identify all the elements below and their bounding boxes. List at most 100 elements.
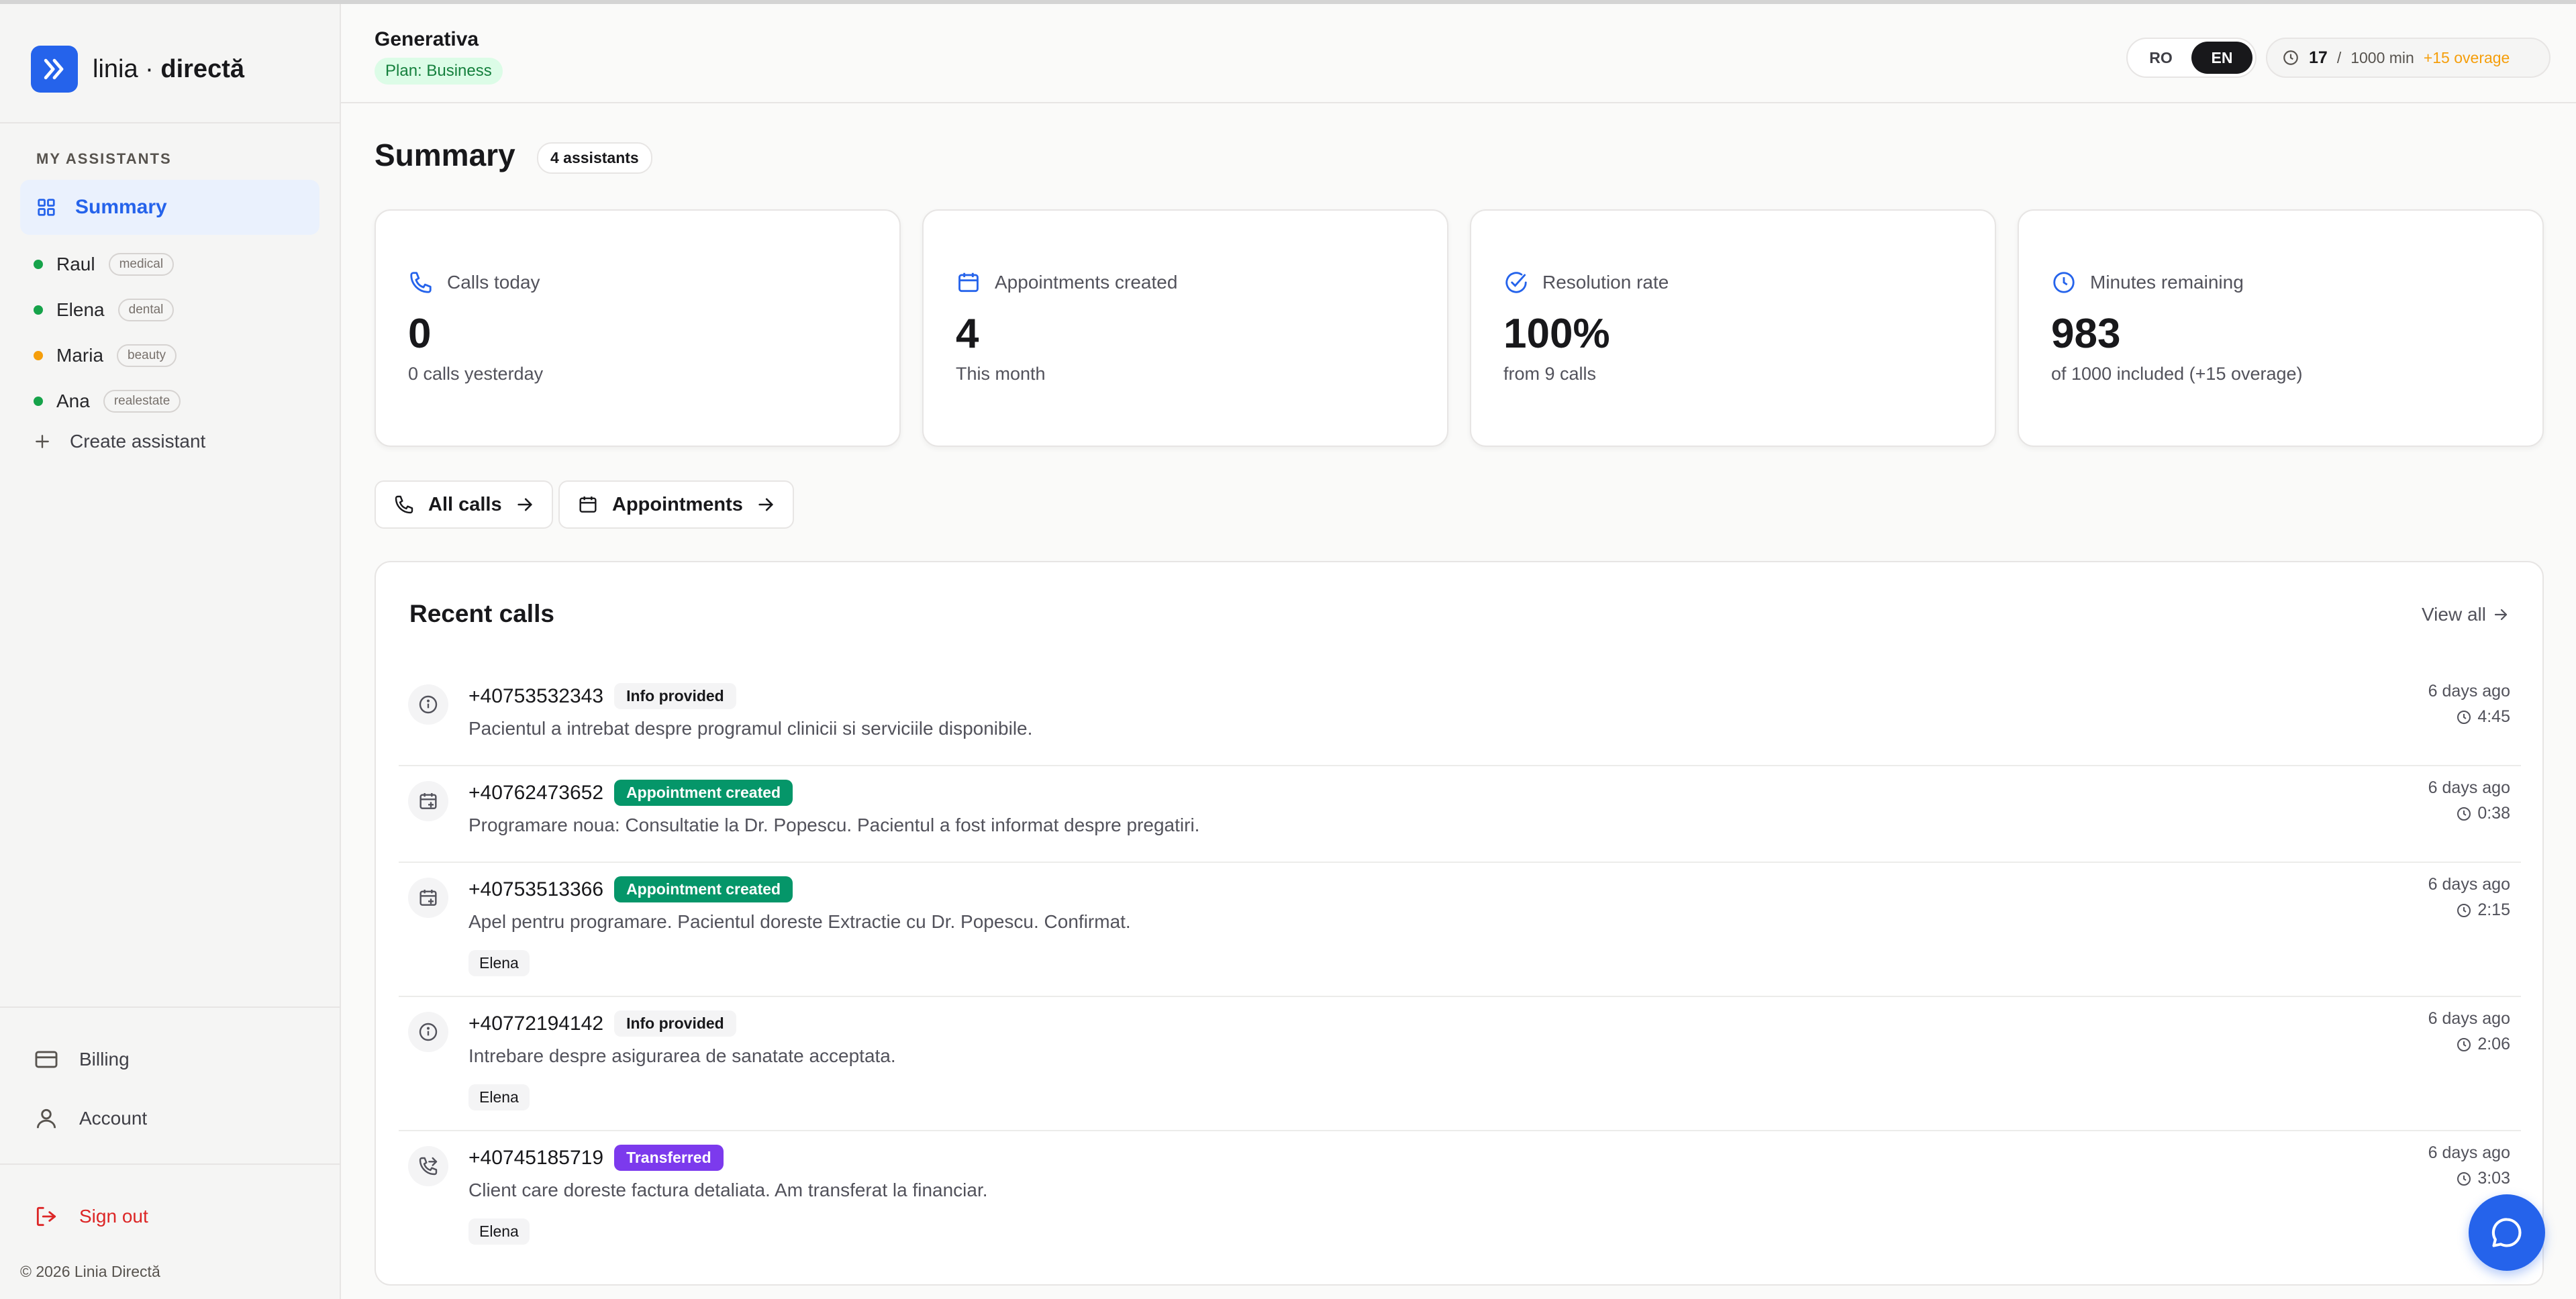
assistant-list: Raul medical Elena dental Maria beauty A… — [34, 242, 181, 424]
status-badge: Appointment created — [614, 780, 793, 806]
call-row[interactable]: +40772194142 Info provided Intrebare des… — [399, 997, 2521, 1131]
assistant-name: Elena — [56, 299, 105, 320]
call-time: 6 days ago — [2428, 1009, 2510, 1028]
view-all-label: View all — [2422, 604, 2486, 625]
stat-subtext: 0 calls yesterday — [408, 364, 544, 384]
assistant-tag: realestate — [103, 390, 181, 413]
arrow-right-icon — [756, 495, 775, 514]
status-dot — [34, 351, 43, 360]
language-option-ro[interactable]: RO — [2130, 42, 2191, 74]
call-phone: +40753513366 — [468, 878, 604, 900]
usage-indicator[interactable]: 17 / 1000 min +15 overage — [2266, 38, 2550, 78]
stat-label-row: Calls today — [408, 270, 540, 295]
account-label: Account — [79, 1108, 148, 1129]
brand-logo-icon — [31, 46, 78, 93]
language-option-en[interactable]: EN — [2191, 42, 2252, 74]
view-all-link[interactable]: View all — [2422, 604, 2509, 625]
usage-total: 1000 min — [2350, 48, 2414, 66]
call-phone: +40745185719 — [468, 1146, 604, 1169]
stat-card-resolution-rate: Resolution rate 100% from 9 calls — [1470, 209, 1996, 447]
stat-card-calls-today: Calls today 0 0 calls yesterday — [375, 209, 901, 447]
sidebar-item-account[interactable]: Account — [34, 1106, 147, 1131]
call-row[interactable]: +40753513366 Appointment created Apel pe… — [399, 863, 2521, 997]
call-duration-value: 0:38 — [2477, 804, 2510, 823]
plus-icon — [34, 433, 51, 450]
call-header: +40753513366 Appointment created — [468, 876, 793, 902]
calendar-plus-icon — [408, 878, 448, 918]
sidebar-item-raul[interactable]: Raul medical — [34, 242, 181, 287]
status-badge: Transferred — [614, 1145, 724, 1171]
call-header: +40762473652 Appointment created — [468, 780, 793, 806]
call-row[interactable]: +40753532343 Info provided Pacientul a i… — [399, 670, 2521, 766]
assistant-tag: beauty — [117, 344, 177, 367]
call-time: 6 days ago — [2428, 778, 2510, 797]
usage-separator: / — [2336, 48, 2342, 66]
page-title: Summary — [375, 138, 515, 172]
billing-label: Billing — [79, 1049, 130, 1070]
copyright: © 2026 Linia Directă — [20, 1263, 160, 1280]
call-duration: 2:06 — [2456, 1035, 2510, 1054]
stat-label: Minutes remaining — [2090, 272, 2244, 293]
usage-used: 17 — [2309, 48, 2328, 67]
call-agent-tag: Elena — [468, 1084, 530, 1110]
call-description: Programare noua: Consultatie la Dr. Pope… — [468, 815, 1200, 835]
chat-bubble-icon — [2489, 1215, 2524, 1250]
assistant-name: Raul — [56, 254, 95, 274]
chat-button[interactable] — [2469, 1194, 2545, 1271]
sign-out-button[interactable]: Sign out — [34, 1204, 148, 1229]
usage-overage: +15 overage — [2423, 48, 2510, 66]
sidebar-item-elena[interactable]: Elena dental — [34, 287, 181, 333]
top-header: Generativa Plan: Business RO EN 17 / 100… — [341, 4, 2576, 103]
create-assistant-label: Create assistant — [70, 431, 206, 452]
clock-icon — [2282, 49, 2299, 66]
stat-value: 100% — [1503, 311, 1610, 357]
phone-forward-icon — [408, 1146, 448, 1186]
stat-subtext: This month — [956, 364, 1046, 384]
appointments-button[interactable]: Appointments — [558, 480, 794, 529]
call-row[interactable]: +40762473652 Appointment created Program… — [399, 766, 2521, 863]
stat-label-row: Minutes remaining — [2051, 270, 2244, 295]
create-assistant-button[interactable]: Create assistant — [34, 431, 205, 452]
credit-card-icon — [34, 1047, 59, 1072]
call-description: Client care doreste factura detaliata. A… — [468, 1180, 988, 1200]
call-agent-tag: Elena — [468, 1218, 530, 1245]
assistant-tag: dental — [117, 299, 175, 321]
stat-label: Appointments created — [995, 272, 1178, 293]
phone-icon — [393, 494, 415, 515]
calendar-plus-icon — [408, 781, 448, 821]
stat-card-minutes-remaining: Minutes remaining 983 of 1000 included (… — [2018, 209, 2544, 447]
all-calls-button[interactable]: All calls — [375, 480, 553, 529]
call-row[interactable]: +40745185719 Transferred Client care dor… — [399, 1131, 2521, 1265]
stat-card-appointments: Appointments created 4 This month — [922, 209, 1448, 447]
clock-icon — [2456, 1171, 2472, 1187]
arrow-right-icon — [515, 495, 534, 514]
brand[interactable]: linia · directă — [31, 46, 244, 93]
assistant-name: Ana — [56, 391, 90, 411]
phone-icon — [408, 270, 434, 295]
call-duration-value: 3:03 — [2477, 1169, 2510, 1188]
arrow-right-icon — [2493, 607, 2509, 623]
call-header: +40772194142 Info provided — [468, 1010, 736, 1037]
sidebar: linia · directă MY ASSISTANTS Summary Ra… — [0, 4, 341, 1299]
stat-value: 0 — [408, 311, 432, 357]
call-duration-value: 2:15 — [2477, 900, 2510, 919]
sidebar-item-summary[interactable]: Summary — [20, 180, 319, 235]
grid-icon — [36, 197, 56, 217]
call-time: 6 days ago — [2428, 682, 2510, 700]
recent-calls-panel: Recent calls View all +40753532343 Info … — [375, 561, 2544, 1286]
logout-icon — [34, 1204, 59, 1229]
call-duration: 0:38 — [2456, 804, 2510, 823]
status-dot — [34, 305, 43, 315]
status-dot — [34, 260, 43, 269]
clock-icon — [2051, 270, 2077, 295]
brand-name: linia · directă — [93, 55, 244, 84]
sign-out-label: Sign out — [79, 1206, 148, 1227]
sidebar-item-billing[interactable]: Billing — [34, 1047, 130, 1072]
status-badge: Info provided — [614, 683, 736, 709]
section-label: MY ASSISTANTS — [36, 150, 172, 167]
brand-name-light: linia · — [93, 54, 161, 83]
stat-subtext: of 1000 included (+15 overage) — [2051, 364, 2303, 384]
sidebar-item-ana[interactable]: Ana realestate — [34, 378, 181, 424]
sidebar-item-maria[interactable]: Maria beauty — [34, 333, 181, 378]
call-duration: 4:45 — [2456, 707, 2510, 727]
